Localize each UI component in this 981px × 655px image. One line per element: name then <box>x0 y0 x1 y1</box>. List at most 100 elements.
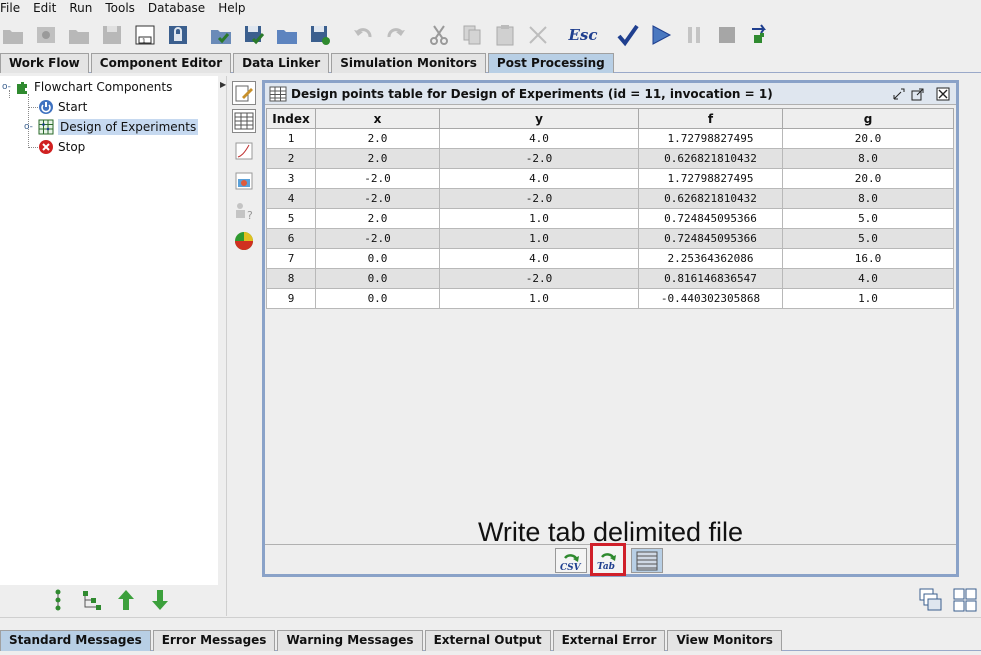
table-cell[interactable]: -2.0 <box>439 268 639 289</box>
column-header[interactable]: y <box>439 108 639 129</box>
table-cell[interactable]: 2 <box>266 148 316 169</box>
undo-icon[interactable] <box>350 22 376 48</box>
table-cell[interactable]: 20.0 <box>782 128 954 149</box>
table-row[interactable]: 5 2.0 1.0 0.724845095366 5.0 <box>266 208 954 229</box>
tree-expand-handle-icon[interactable]: o- <box>2 82 14 92</box>
line-plot-icon[interactable] <box>232 139 256 163</box>
menu-help[interactable]: Help <box>218 0 245 17</box>
table-cell[interactable]: 4.0 <box>782 268 954 289</box>
tab-external-output[interactable]: External Output <box>424 630 551 651</box>
table-cell[interactable]: 1.0 <box>439 288 639 309</box>
tab-post-processing[interactable]: Post Processing <box>487 53 614 73</box>
cascade-windows-icon[interactable] <box>919 588 943 612</box>
table-cell[interactable]: 16.0 <box>782 248 954 269</box>
menu-edit[interactable]: Edit <box>33 0 56 17</box>
table-cell[interactable]: 3 <box>266 168 316 189</box>
menu-database[interactable]: Database <box>148 0 205 17</box>
check-icon[interactable] <box>615 22 641 48</box>
message-splitter[interactable] <box>0 617 981 627</box>
table-row[interactable]: 4 -2.0 -2.0 0.626821810432 8.0 <box>266 188 954 209</box>
open-folder-icon[interactable] <box>0 22 26 48</box>
tab-component-editor[interactable]: Component Editor <box>90 53 232 73</box>
table-cell[interactable]: 5 <box>266 208 316 229</box>
table-cell[interactable]: 4.0 <box>439 248 639 269</box>
delete-icon[interactable] <box>525 22 551 48</box>
table-cell[interactable]: -2.0 <box>315 188 440 209</box>
table-cell[interactable]: 0.724845095366 <box>638 228 783 249</box>
table-cell[interactable]: 8.0 <box>782 148 954 169</box>
save-plugin-icon[interactable] <box>307 22 333 48</box>
column-header[interactable]: f <box>638 108 783 129</box>
table-view-icon[interactable] <box>232 109 256 133</box>
column-header[interactable]: g <box>782 108 954 129</box>
run-icon[interactable] <box>648 22 674 48</box>
vertical-layout-icon[interactable] <box>47 589 69 611</box>
column-header[interactable]: Index <box>266 108 316 129</box>
table-cell[interactable]: 0.626821810432 <box>638 148 783 169</box>
tab-data-linker[interactable]: Data Linker <box>233 53 330 73</box>
table-cell[interactable]: 4 <box>266 188 316 209</box>
table-row[interactable]: 9 0.0 1.0 -0.440302305868 1.0 <box>266 288 954 309</box>
lock-icon[interactable] <box>165 22 191 48</box>
table-cell[interactable]: -2.0 <box>439 148 639 169</box>
tree-expand-handle-icon[interactable]: o- <box>24 122 38 132</box>
menu-run[interactable]: Run <box>69 0 92 17</box>
contour-plot-icon[interactable] <box>232 169 256 193</box>
paste-icon[interactable] <box>492 22 518 48</box>
scan-icon[interactable] <box>33 22 59 48</box>
open-blue-folder-icon[interactable] <box>274 22 300 48</box>
tile-windows-icon[interactable] <box>953 588 977 612</box>
move-down-icon[interactable] <box>149 589 171 611</box>
table-cell[interactable]: 9 <box>266 288 316 309</box>
collapse-arrow-icon[interactable]: ▶ <box>220 80 226 89</box>
tab-warning-messages[interactable]: Warning Messages <box>277 630 423 651</box>
table-row[interactable]: 7 0.0 4.0 2.25364362086 16.0 <box>266 248 954 269</box>
close-icon[interactable] <box>935 86 951 101</box>
table-cell[interactable]: 0.0 <box>315 288 440 309</box>
tab-error-messages[interactable]: Error Messages <box>152 630 276 651</box>
table-row[interactable]: 1 2.0 4.0 1.72798827495 20.0 <box>266 128 954 149</box>
table-cell[interactable]: 8.0 <box>782 188 954 209</box>
esc-button[interactable]: Esc <box>568 22 598 48</box>
table-cell[interactable]: 5.0 <box>782 208 954 229</box>
tree-item-start[interactable]: Start <box>38 98 87 116</box>
table-cell[interactable]: 0.626821810432 <box>638 188 783 209</box>
table-row[interactable]: 8 0.0 -2.0 0.816146836547 4.0 <box>266 268 954 289</box>
table-cell[interactable]: -2.0 <box>315 168 440 189</box>
table-cell[interactable]: 0.0 <box>315 268 440 289</box>
table-cell[interactable]: 2.25364362086 <box>638 248 783 269</box>
edit-notes-icon[interactable] <box>232 81 256 105</box>
minimize-icon[interactable] <box>891 86 907 101</box>
table-cell[interactable]: -2.0 <box>315 228 440 249</box>
table-cell[interactable]: 0.724845095366 <box>638 208 783 229</box>
table-cell[interactable]: 4.0 <box>439 128 639 149</box>
maximize-icon[interactable] <box>910 86 926 101</box>
menu-file[interactable]: File <box>0 0 20 17</box>
table-cell[interactable]: 0.816146836547 <box>638 268 783 289</box>
tree-item-stop[interactable]: Stop <box>38 138 85 156</box>
splitter[interactable] <box>218 76 227 616</box>
table-cell[interactable]: 1.0 <box>439 208 639 229</box>
table-cell[interactable]: 1.0 <box>439 228 639 249</box>
table-cell[interactable]: 5.0 <box>782 228 954 249</box>
stop-icon[interactable] <box>714 22 740 48</box>
tree-layout-icon[interactable] <box>81 589 103 611</box>
menu-tools[interactable]: Tools <box>105 0 135 17</box>
help-sensitivity-icon[interactable]: ? <box>232 199 256 223</box>
table-cell[interactable]: 7 <box>266 248 316 269</box>
table-cell[interactable]: 8 <box>266 268 316 289</box>
tree-item-design-of-experiments[interactable]: o- Design of Experiments <box>24 118 199 136</box>
save-icon[interactable] <box>99 22 125 48</box>
copy-icon[interactable] <box>459 22 485 48</box>
table-cell[interactable]: 4.0 <box>439 168 639 189</box>
table-cell[interactable]: 1 <box>266 128 316 149</box>
redo-icon[interactable] <box>383 22 409 48</box>
table-cell[interactable]: 0.0 <box>315 248 440 269</box>
pie-chart-icon[interactable] <box>232 229 256 253</box>
export-csv-button[interactable]: CSV <box>555 548 587 573</box>
tab-view-monitors[interactable]: View Monitors <box>667 630 782 651</box>
open-check-icon[interactable] <box>208 22 234 48</box>
table-cell[interactable]: -0.440302305868 <box>638 288 783 309</box>
tab-external-error[interactable]: External Error <box>552 630 666 651</box>
tab-work-flow[interactable]: Work Flow <box>0 53 89 73</box>
